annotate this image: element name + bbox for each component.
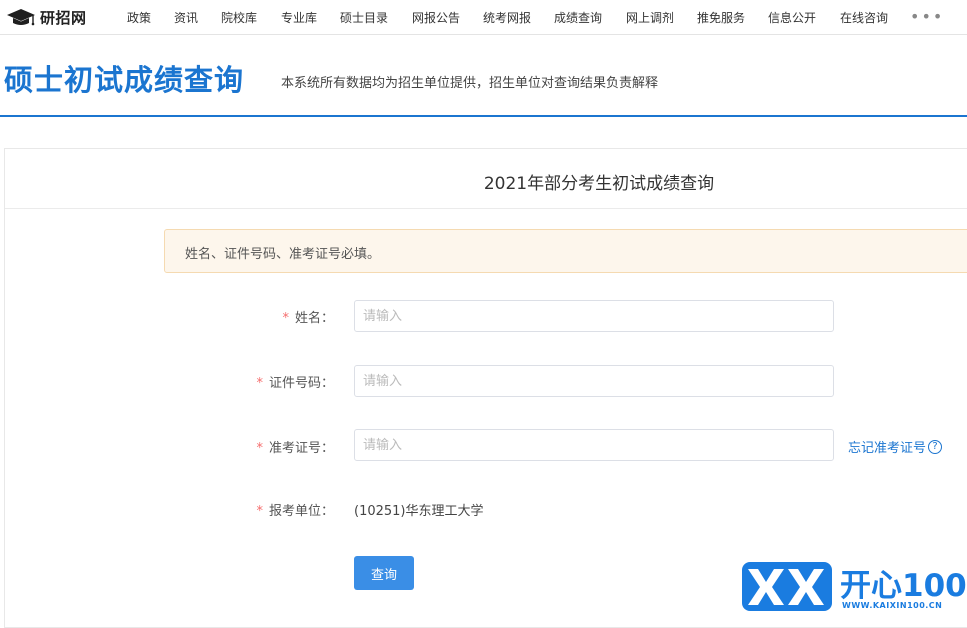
nav-item-catalog[interactable]: 硕士目录 (340, 9, 388, 26)
notice-alert: 姓名、证件号码、准考证号必填。 (164, 229, 967, 273)
watermark-url: WWW.KAIXIN100.CN (842, 601, 943, 610)
required-mark: * (256, 504, 263, 519)
exam-number-input[interactable] (354, 429, 834, 461)
query-button[interactable]: 查询 (354, 556, 414, 590)
nav-item-consult[interactable]: 在线咨询 (840, 9, 888, 26)
header-divider (0, 115, 967, 117)
kx-logo-icon (742, 562, 832, 611)
exam-number-label-text: 准考证号： (268, 441, 334, 456)
nav-item-registration[interactable]: 统考网报 (483, 9, 531, 26)
watermark-logo: 开心100 WWW.KAIXIN100.CN (740, 560, 967, 613)
required-mark: * (282, 311, 289, 326)
unit-value: (10251)华东理工大学 (354, 504, 484, 519)
unit-label: * 报考单位： (224, 500, 334, 519)
page-subtitle: 本系统所有数据均为招生单位提供，招生单位对查询结果负责解释 (281, 76, 659, 91)
watermark-text: 开心100 (840, 568, 967, 604)
name-input[interactable] (354, 300, 834, 332)
nav-item-score-query[interactable]: 成绩查询 (554, 9, 602, 26)
nav-item-announcements[interactable]: 网报公告 (412, 9, 460, 26)
site-logo[interactable]: 研招网 (6, 5, 87, 29)
name-label: * 姓名： (224, 307, 334, 326)
id-number-label-text: 证件号码： (268, 376, 334, 391)
graduation-cap-icon (7, 9, 35, 26)
name-label-text: 姓名： (294, 311, 334, 326)
nav-item-schools[interactable]: 院校库 (221, 9, 257, 26)
page-title: 硕士初试成绩查询 (4, 63, 245, 97)
required-mark: * (256, 376, 263, 391)
nav-item-adjustment[interactable]: 网上调剂 (626, 9, 674, 26)
brand-name: 研招网 (40, 8, 87, 27)
unit-label-text: 报考单位： (268, 504, 334, 519)
exam-number-label: * 准考证号： (224, 437, 334, 456)
forgot-exam-number-link[interactable]: 忘记准考证号? (848, 437, 943, 456)
panel-title: 2021年部分考生初试成绩查询 (483, 174, 715, 194)
nav-item-disclosure[interactable]: 信息公开 (768, 9, 816, 26)
nav-item-policy[interactable]: 政策 (127, 9, 151, 26)
nav-item-recommendation[interactable]: 推免服务 (697, 9, 745, 26)
more-menu-icon[interactable]: ••• (910, 7, 944, 26)
notice-text: 姓名、证件号码、准考证号必填。 (185, 247, 381, 262)
top-nav: 研招网 政策 资讯 院校库 专业库 硕士目录 网报公告 统考网报 成绩查询 网上… (0, 0, 967, 35)
forgot-link-text: 忘记准考证号 (848, 441, 927, 456)
panel-header: 2021年部分考生初试成绩查询 (5, 149, 967, 209)
nav-item-majors[interactable]: 专业库 (281, 9, 317, 26)
nav-item-news[interactable]: 资讯 (174, 9, 198, 26)
required-mark: * (256, 441, 263, 456)
id-number-input[interactable] (354, 365, 834, 397)
id-number-label: * 证件号码： (224, 372, 334, 391)
question-circle-icon: ? (928, 439, 943, 454)
